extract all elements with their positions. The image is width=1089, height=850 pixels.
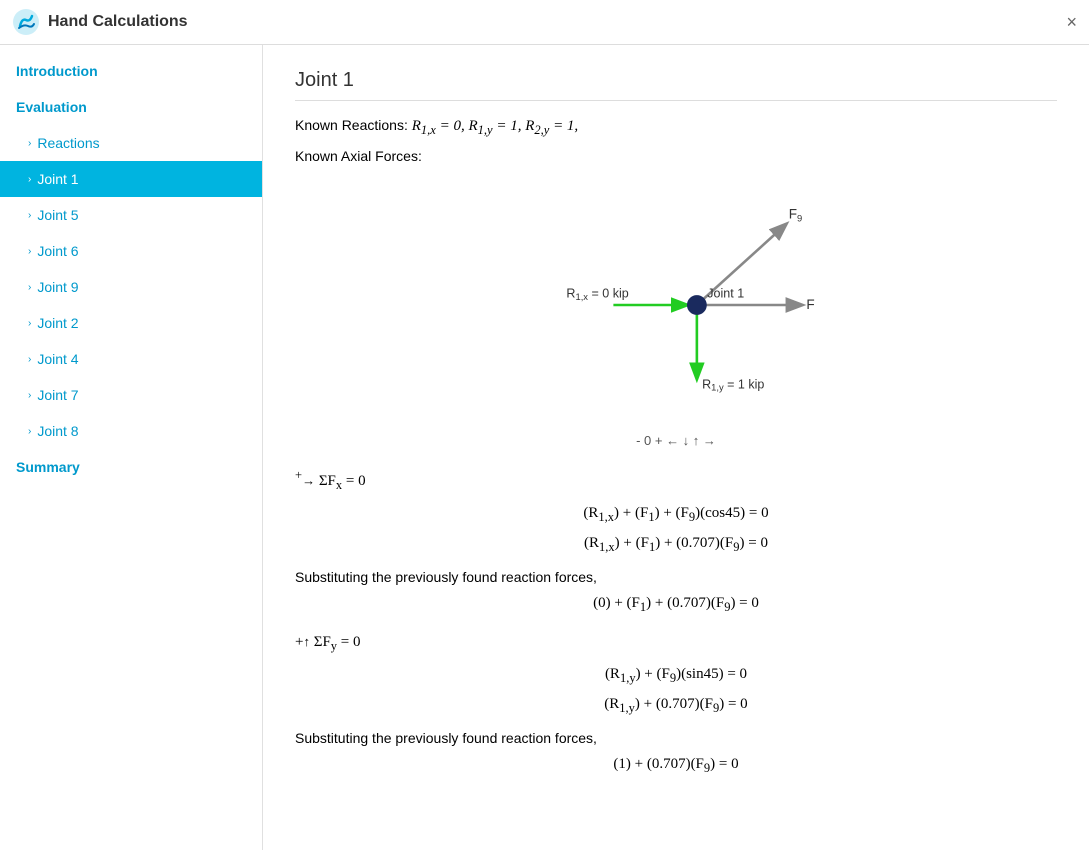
sidebar-item-joint8[interactable]: › Joint 8 [0, 413, 262, 449]
eq2-line: (R1,x) + (F1) + (0.707)(F9) = 0 [295, 535, 1057, 555]
content-area: Joint 1 Known Reactions: R1,x = 0, R1,y … [263, 45, 1089, 850]
known-reactions-line: Known Reactions: R1,x = 0, R1,y = 1, R2,… [295, 113, 1057, 142]
chevron-icon: › [28, 426, 31, 437]
title-bar: Hand Calculations × [0, 0, 1089, 45]
diagram-toolbar[interactable]: - 0 + ← ↓ ↑ → [295, 433, 1057, 448]
fy-equations: (R1,y) + (F9)(sin45) = 0 (R1,y) + (0.707… [295, 666, 1057, 716]
sidebar-item-joint5[interactable]: › Joint 5 [0, 197, 262, 233]
main-area: Introduction Evaluation › Reactions › Joint 1… [0, 45, 1089, 850]
diagram-area: R1,x = 0 kip F F9 R1,y = 1 kip Joint 1 [396, 185, 956, 425]
close-button[interactable]: × [1066, 12, 1077, 33]
chevron-icon: › [28, 354, 31, 365]
svg-text:R1,y = 1 kip: R1,y = 1 kip [702, 377, 764, 392]
fx-equations: (R1,x) + (F1) + (F9)(cos45) = 0 (R1,x) +… [295, 505, 1057, 555]
sum-fy-equation: +↑ ΣFy = 0 [295, 633, 1057, 654]
known-info: Known Reactions: R1,x = 0, R1,y = 1, R2,… [295, 113, 1057, 169]
sidebar: Introduction Evaluation › Reactions › Joint 1… [0, 45, 263, 850]
chevron-icon: › [28, 246, 31, 257]
svg-text:F: F [806, 297, 814, 312]
sidebar-item-label: Summary [16, 459, 80, 475]
eq1-line: (R1,x) + (F1) + (F9)(cos45) = 0 [295, 505, 1057, 525]
substitute-text-1: Substituting the previously found reacti… [295, 569, 1057, 585]
title-bar-left: Hand Calculations [12, 8, 188, 36]
chevron-icon: › [28, 390, 31, 401]
sidebar-item-label: Evaluation [16, 99, 87, 115]
sidebar-item-label: Reactions [37, 135, 99, 151]
chevron-icon: › [28, 282, 31, 293]
chevron-icon: › [28, 318, 31, 329]
sidebar-item-label: Joint 7 [37, 387, 78, 403]
substitute-text-2: Substituting the previously found reacti… [295, 730, 1057, 746]
sidebar-item-joint9[interactable]: › Joint 9 [0, 269, 262, 305]
known-axial-forces-line: Known Axial Forces: [295, 144, 1057, 169]
chevron-icon: › [28, 138, 31, 149]
sum-fx-equation: +→ ΣFx = 0 [295, 468, 1057, 493]
sidebar-item-label: Joint 1 [37, 171, 78, 187]
eq6-line: (1) + (0.707)(F9) = 0 [295, 756, 1057, 776]
sidebar-item-joint1[interactable]: › Joint 1 [0, 161, 262, 197]
sidebar-item-joint4[interactable]: › Joint 4 [0, 341, 262, 377]
sidebar-item-label: Joint 5 [37, 207, 78, 223]
eq5-line: (R1,y) + (0.707)(F9) = 0 [295, 696, 1057, 716]
sidebar-item-joint2[interactable]: › Joint 2 [0, 305, 262, 341]
svg-text:Joint 1: Joint 1 [707, 286, 744, 300]
section-title: Joint 1 [295, 69, 1057, 101]
sidebar-item-label: Joint 6 [37, 243, 78, 259]
sidebar-item-label: Introduction [16, 63, 98, 79]
chevron-icon: › [28, 174, 31, 185]
sidebar-item-introduction[interactable]: Introduction [0, 53, 262, 89]
chevron-icon: › [28, 210, 31, 221]
sidebar-item-reactions[interactable]: › Reactions [0, 125, 262, 161]
eq3-line: (0) + (F1) + (0.707)(F9) = 0 [295, 595, 1057, 615]
sidebar-item-label: Joint 8 [37, 423, 78, 439]
sidebar-item-joint7[interactable]: › Joint 7 [0, 377, 262, 413]
svg-text:R1,x = 0 kip: R1,x = 0 kip [566, 286, 628, 301]
svg-text:F9: F9 [789, 206, 803, 223]
eq4-line: (R1,y) + (F9)(sin45) = 0 [295, 666, 1057, 686]
sidebar-item-label: Joint 2 [37, 315, 78, 331]
joint-diagram: R1,x = 0 kip F F9 R1,y = 1 kip Joint 1 [396, 185, 956, 425]
sidebar-item-label: Joint 9 [37, 279, 78, 295]
app-title: Hand Calculations [48, 13, 188, 31]
skyciv-logo [12, 8, 40, 36]
sidebar-item-joint6[interactable]: › Joint 6 [0, 233, 262, 269]
sidebar-item-label: Joint 4 [37, 351, 78, 367]
sidebar-item-evaluation[interactable]: Evaluation [0, 89, 262, 125]
sidebar-item-summary[interactable]: Summary [0, 449, 262, 485]
